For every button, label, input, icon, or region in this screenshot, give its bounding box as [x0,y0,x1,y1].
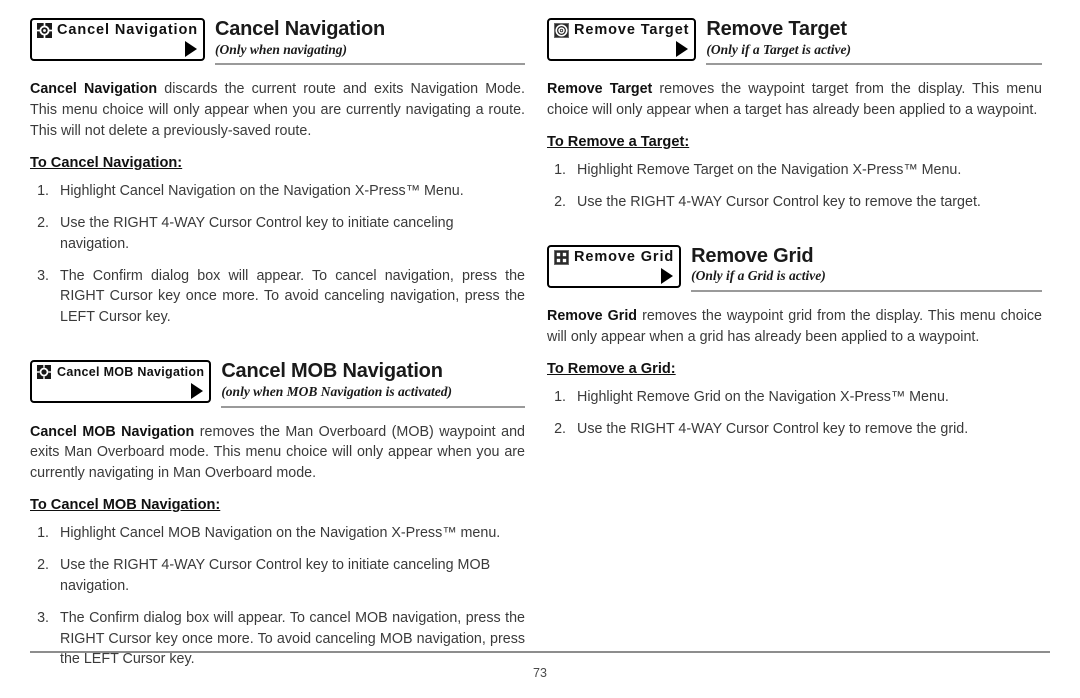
section-divider [706,63,1042,66]
section-title: Cancel Navigation [215,18,385,40]
step-text: Use the RIGHT 4-WAY Cursor Control key t… [577,420,969,437]
section-heading-block: Remove Grid (Only if a Grid is active) [691,244,1042,293]
menu-chip-label: Cancel MOB Navigation [57,365,205,380]
section-subtitle: (Only when navigating) [215,41,348,57]
procedure-steps: 1. Highlight Remove Grid on the Navigati… [547,387,1042,440]
list-item: 1. Highlight Cancel Navigation on the Na… [30,181,525,202]
right-column: Remove Target Remove Target (Only if a T… [547,18,1042,684]
right-triangle-icon [191,383,204,400]
menu-chip-label: Cancel Navigation [57,22,198,39]
right-triangle-icon [185,41,197,57]
step-text: Highlight Remove Grid on the Navigation … [577,389,949,406]
step-number: 3. [37,609,49,626]
section-cancel-navigation: Cancel Navigation Cancel Navigation (Onl… [30,18,525,328]
step-number: 2. [554,420,566,437]
right-triangle-icon [676,41,689,57]
cancel-mob-navigation-icon [37,365,52,380]
list-item: 1. Highlight Remove Grid on the Navigati… [547,387,1042,408]
step-text: The Confirm dialog box will appear. To c… [60,267,525,326]
step-text: Highlight Cancel MOB Navigation on the N… [60,525,501,542]
list-item: 2. Use the RIGHT 4-WAY Cursor Control ke… [547,419,1042,440]
step-text: Use the RIGHT 4-WAY Cursor Control key t… [60,557,491,594]
step-number: 1. [554,389,566,406]
paragraph-lead-term: Cancel MOB Navigation [30,423,195,440]
step-text: Use the RIGHT 4-WAY Cursor Control key t… [60,214,454,252]
step-number: 2. [554,194,566,211]
target-bullseye-icon [554,23,569,38]
menu-chip-cancel-mob-navigation[interactable]: Cancel MOB Navigation [30,360,212,404]
section-header: Remove Grid Remove Grid (Only if a Grid … [547,244,1042,293]
menu-chip-row: Cancel Navigation [37,23,198,38]
section-title: Remove Grid [691,244,814,267]
step-number: 1. [37,183,49,200]
menu-chip-row: Remove Grid [554,249,675,266]
list-item: 2. Use the RIGHT 4-WAY Cursor Control ke… [547,192,1042,213]
section-title: Remove Target [706,18,847,40]
section-subtitle: (only when MOB Navigation is activated) [221,383,452,399]
section-cancel-mob-navigation: Cancel MOB Navigation Cancel MOB Navigat… [30,360,525,670]
two-column-layout: Cancel Navigation Cancel Navigation (Onl… [0,0,1080,684]
procedure-heading: To Cancel Navigation: [30,155,183,172]
menu-chip-remove-target[interactable]: Remove Target [547,18,697,61]
list-item: 1. Highlight Remove Target on the Naviga… [547,160,1042,181]
menu-chip-cancel-navigation[interactable]: Cancel Navigation [30,18,205,61]
section-title: Cancel MOB Navigation [221,360,443,383]
step-number: 3. [37,267,49,284]
step-number: 2. [37,557,49,574]
section-paragraph: Cancel MOB Navigation removes the Man Ov… [30,422,525,485]
section-subtitle: (Only if a Grid is active) [691,268,826,284]
step-text: Highlight Remove Target on the Navigatio… [577,162,962,179]
section-subtitle: (Only if a Target is active) [706,41,851,57]
section-remove-target: Remove Target Remove Target (Only if a T… [547,18,1042,213]
right-triangle-icon [661,267,674,284]
menu-chip-remove-grid[interactable]: Remove Grid [547,244,682,288]
section-heading-block: Cancel MOB Navigation (only when MOB Nav… [221,360,525,408]
section-paragraph: Remove Target removes the waypoint targe… [547,79,1042,121]
list-item: 3. The Confirm dialog box will appear. T… [30,266,525,329]
section-paragraph: Cancel Navigation discards the current r… [30,79,525,142]
procedure-heading: To Remove a Target: [547,134,690,151]
grid-icon [554,249,569,265]
menu-chip-row: Remove Target [554,23,689,38]
page-number: 73 [533,666,547,680]
section-paragraph: Remove Grid removes the waypoint grid fr… [547,306,1042,348]
section-remove-grid: Remove Grid Remove Grid (Only if a Grid … [547,244,1042,440]
step-number: 1. [554,162,566,179]
menu-chip-label: Remove Grid [574,249,675,266]
menu-chip-label: Remove Target [574,22,690,39]
list-item: 2. Use the RIGHT 4-WAY Cursor Control ke… [30,555,525,597]
section-header: Cancel MOB Navigation Cancel MOB Navigat… [30,360,525,408]
step-number: 1. [37,525,49,542]
section-heading-block: Remove Target (Only if a Target is activ… [706,18,1042,66]
section-divider [221,405,525,408]
cancel-navigation-icon [37,23,52,38]
manual-page: Cancel Navigation Cancel Navigation (Onl… [0,0,1080,698]
procedure-heading: To Cancel MOB Navigation: [30,497,221,514]
step-text: Use the RIGHT 4-WAY Cursor Control key t… [577,194,981,211]
procedure-heading: To Remove a Grid: [547,361,676,378]
left-column: Cancel Navigation Cancel Navigation (Onl… [30,18,525,684]
section-divider [691,290,1042,293]
section-header: Remove Target Remove Target (Only if a T… [547,18,1042,66]
paragraph-lead-term: Cancel Navigation [30,81,158,98]
page-footer: 73 [30,651,1050,680]
section-heading-block: Cancel Navigation (Only when navigating) [215,18,525,66]
list-item: 1. Highlight Cancel MOB Navigation on th… [30,523,525,544]
paragraph-lead-term: Remove Grid [547,308,638,325]
paragraph-lead-term: Remove Target [547,81,653,98]
menu-chip-row: Cancel MOB Navigation [37,365,204,380]
procedure-steps: 1. Highlight Cancel MOB Navigation on th… [30,523,525,670]
footer-divider [30,651,1050,653]
step-text: Highlight Cancel Navigation on the Navig… [60,183,464,200]
section-header: Cancel Navigation Cancel Navigation (Onl… [30,18,525,66]
procedure-steps: 1. Highlight Cancel Navigation on the Na… [30,181,525,328]
procedure-steps: 1. Highlight Remove Target on the Naviga… [547,160,1042,213]
list-item: 2. Use the RIGHT 4-WAY Cursor Control ke… [30,213,525,255]
step-number: 2. [37,214,49,231]
section-divider [215,63,525,66]
